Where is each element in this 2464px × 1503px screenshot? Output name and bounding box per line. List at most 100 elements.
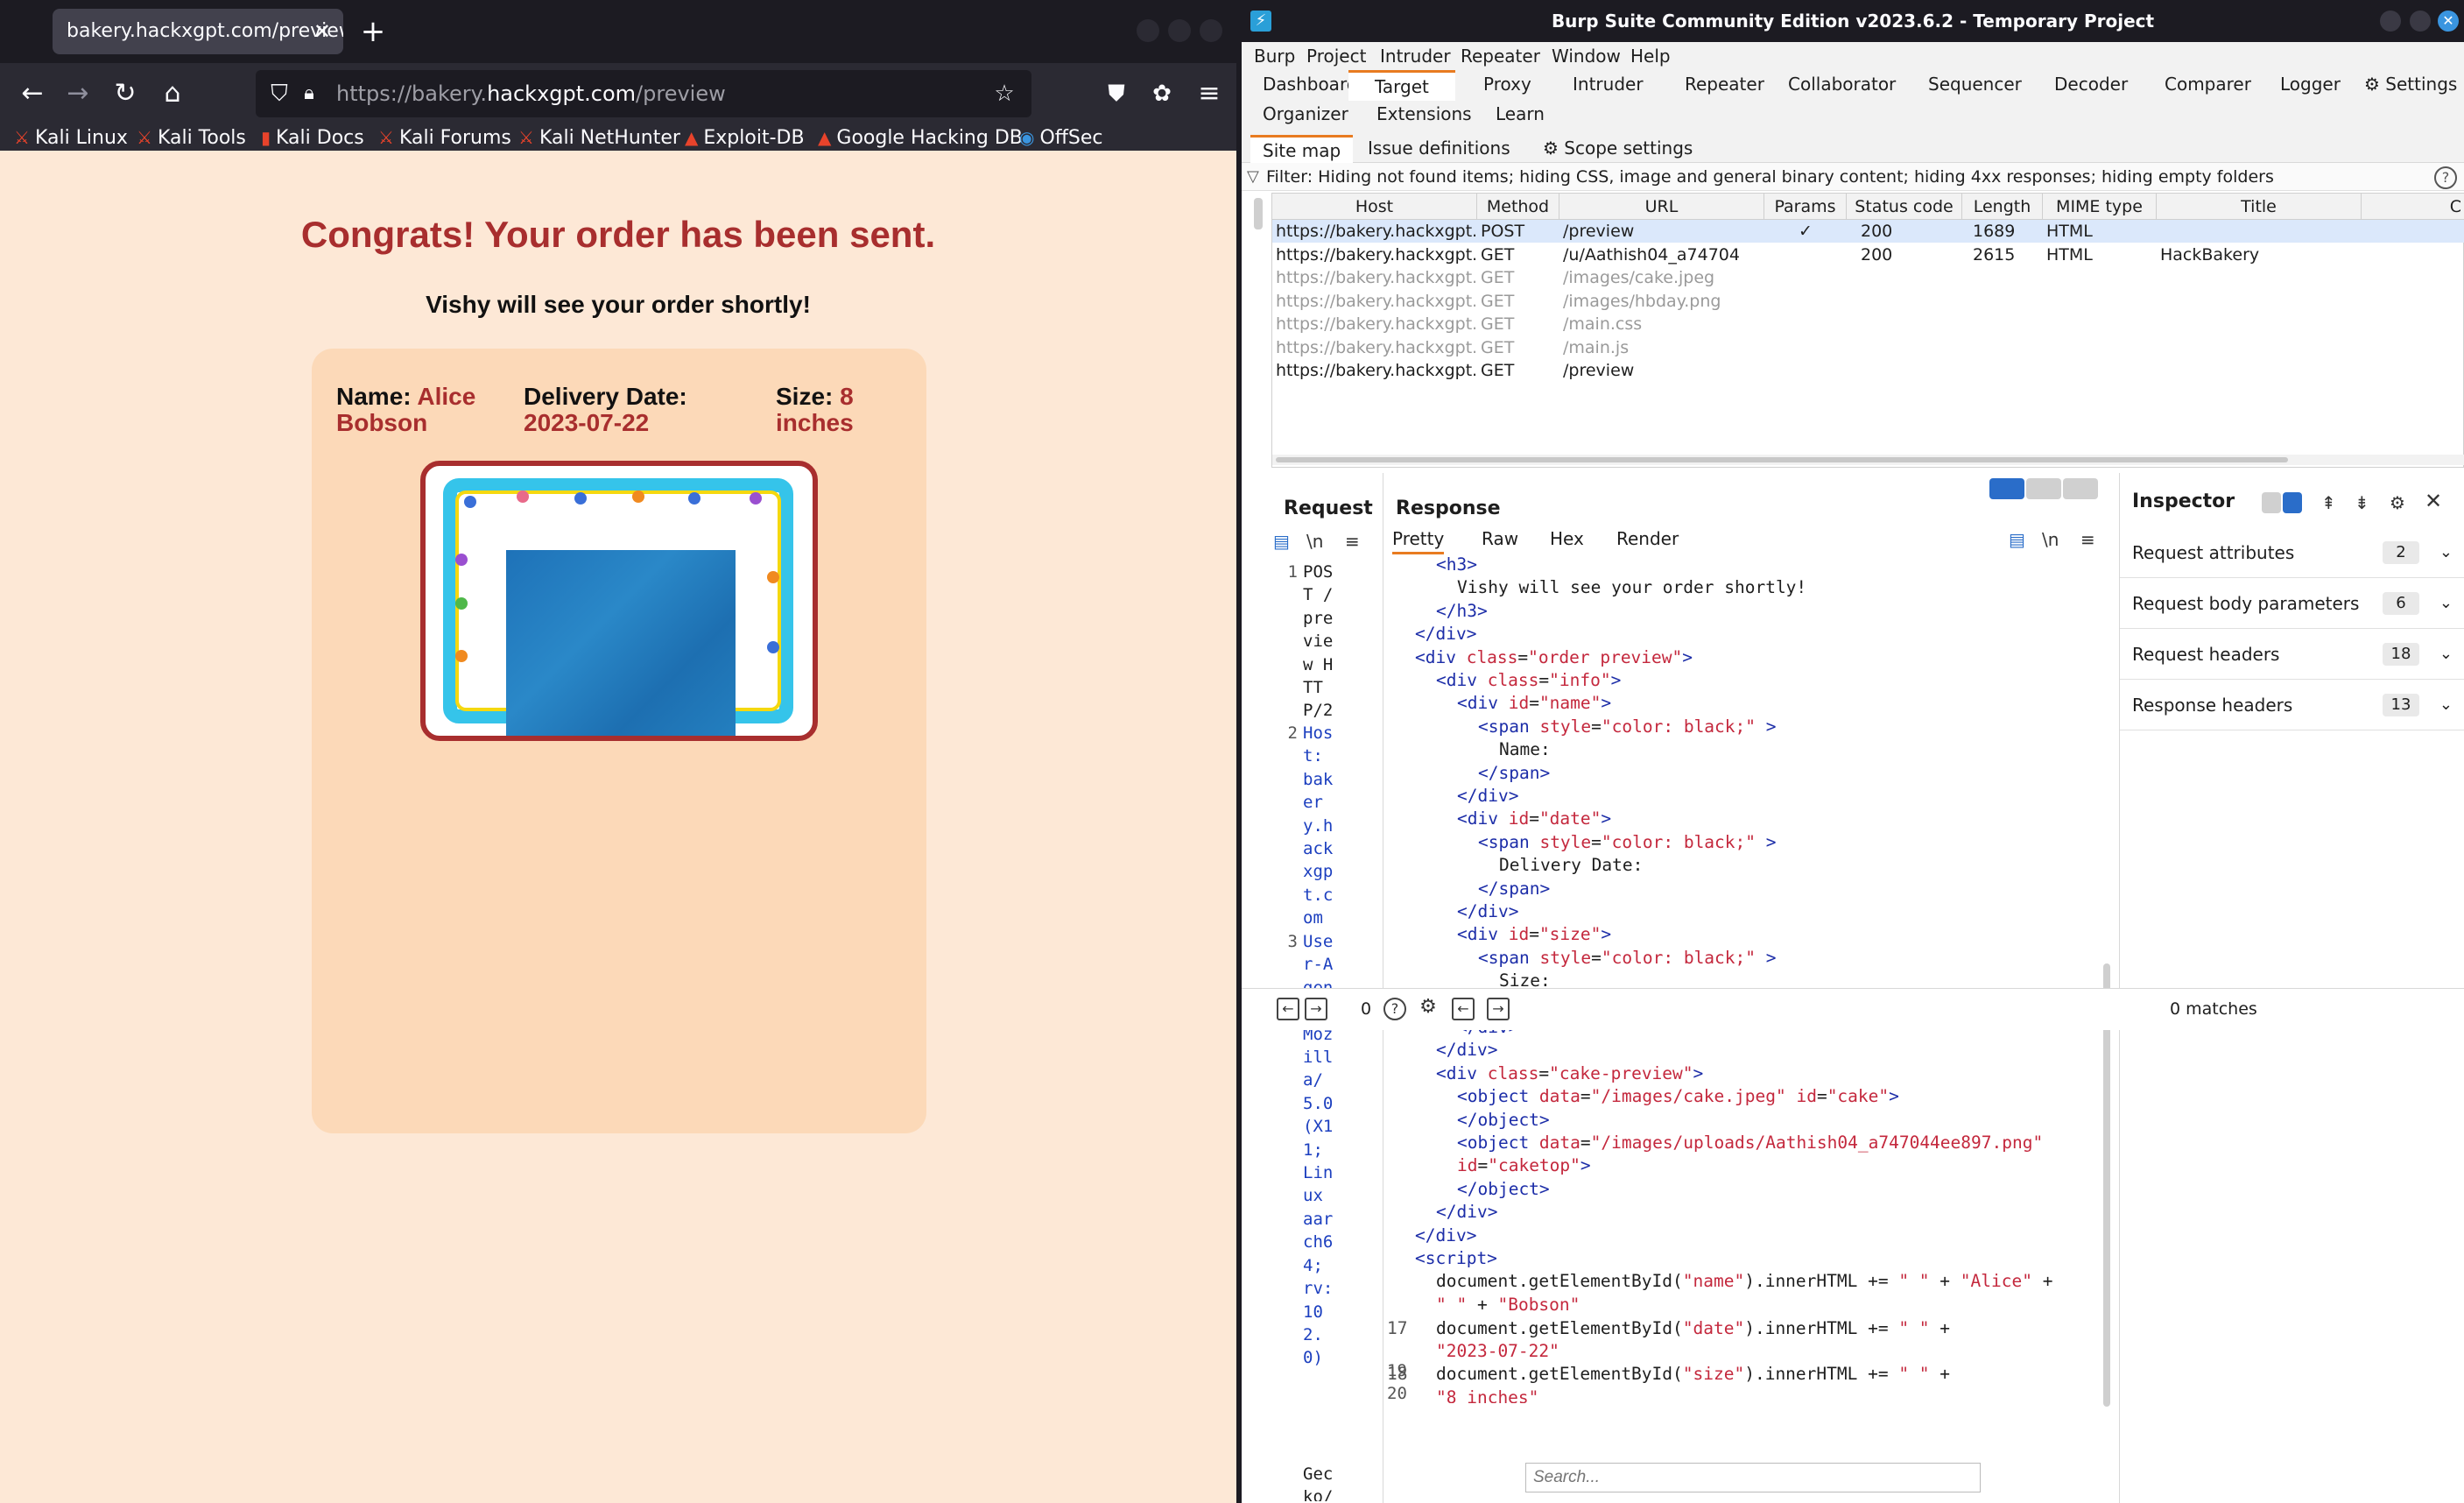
close-icon[interactable]: ✕ (2438, 11, 2459, 32)
chevron-down-icon[interactable]: ⌄ (2439, 527, 2453, 578)
table-row[interactable]: https://bakery.hackxgpt.c... POST/preview… (1272, 220, 2464, 243)
next-match-icon[interactable]: → (1487, 998, 1510, 1020)
help-icon[interactable]: ? (1383, 998, 1406, 1020)
collapse-all-icon[interactable]: ⇞ (2321, 490, 2336, 515)
bookmark-kali-docs[interactable]: ▮ Kali Docs (261, 124, 364, 151)
help-icon[interactable]: ? (2434, 166, 2457, 189)
bookmark-kali-forums[interactable]: ⚔ Kali Forums (378, 124, 511, 151)
tab-logger[interactable]: Logger (2280, 70, 2341, 98)
tab-extensions[interactable]: Extensions (1376, 100, 1472, 128)
pretty-toggle-icon[interactable]: ▤ (1273, 529, 1290, 554)
request-menu-icon[interactable]: ≡ (1345, 529, 1360, 554)
tab-dashboard[interactable]: Dashboard (1263, 70, 1358, 98)
bookmark-kali-linux[interactable]: ⚔ Kali Linux (14, 124, 128, 151)
menu-project[interactable]: Project (1306, 42, 1366, 70)
maximize-button[interactable] (1168, 19, 1191, 42)
table-row[interactable]: https://bakery.hackxgpt.c... GET/main.js (1272, 336, 2464, 359)
menu-burp[interactable]: Burp (1254, 42, 1295, 70)
tab-sequencer[interactable]: Sequencer (1928, 70, 2022, 98)
col-url[interactable]: URL (1559, 194, 1764, 220)
menu-repeater[interactable]: Repeater (1461, 42, 1540, 70)
subtab-site-map[interactable]: Site map (1250, 135, 1354, 164)
table-row[interactable]: https://bakery.hackxgpt.c... GET/main.css (1272, 313, 2464, 335)
close-window-button[interactable] (1200, 19, 1222, 42)
bookmark-star-icon[interactable]: ☆ (986, 75, 1023, 112)
bookmark-kali-nethunter[interactable]: ⚔ Kali NetHunter (518, 124, 680, 151)
bookmark-kali-tools[interactable]: ⚔ Kali Tools (137, 124, 246, 151)
col-host[interactable]: Host (1272, 194, 1477, 220)
tab-comparer[interactable]: Comparer (2165, 70, 2251, 98)
tree-scrollbar[interactable] (1254, 198, 1263, 229)
reload-icon[interactable]: ↻ (107, 75, 144, 112)
tab-collaborator[interactable]: Collaborator (1788, 70, 1896, 98)
table-row[interactable]: https://bakery.hackxgpt.c... GET/u/Aathis… (1272, 243, 2464, 266)
minimize-button[interactable] (1137, 19, 1159, 42)
inspector-layout-icon-active[interactable] (2283, 492, 2302, 513)
maximize-button[interactable] (2410, 11, 2431, 32)
bookmark-offsec[interactable]: ◉ OffSec (1019, 124, 1103, 151)
expand-all-icon[interactable]: ⇟ (2355, 490, 2369, 515)
page-subtitle: Vishy will see your order shortly! (426, 291, 811, 318)
tab-organizer[interactable]: Organizer (1263, 100, 1348, 128)
inspector-layout-icon[interactable] (2262, 492, 2281, 513)
subtab-scope-settings[interactable]: ⚙ Scope settings (1543, 135, 1693, 161)
bookmark-exploit-db[interactable]: ▲ Exploit-DB (685, 124, 805, 151)
bookmark-google-hacking-db[interactable]: ▲ Google Hacking DB (818, 124, 1023, 151)
extensions-icon[interactable]: ✿ (1144, 75, 1180, 112)
table-hscrollbar[interactable] (1272, 455, 2464, 465)
filter-text: Filter: Hiding not found items; hiding C… (1266, 167, 2274, 187)
next-request-icon[interactable]: → (1305, 998, 1327, 1020)
gear-icon[interactable]: ⚙ (1417, 998, 1440, 1020)
prev-request-icon[interactable]: ← (1277, 998, 1299, 1020)
horizontal-view-button[interactable] (2026, 478, 2061, 499)
browser-tab[interactable]: bakery.hackxgpt.com/preview ✕ (53, 9, 343, 54)
subtab-issue-definitions[interactable]: Issue definitions (1368, 135, 1510, 161)
tab-target[interactable]: Target (1348, 70, 1455, 101)
tab-learn[interactable]: Learn (1496, 100, 1545, 128)
tab-intruder[interactable]: Intruder (1573, 70, 1644, 98)
col-status-code[interactable]: Status code ⌃ (1847, 194, 1962, 243)
search-input[interactable] (1525, 1463, 1981, 1492)
col-mime-type[interactable]: MIME type (2043, 194, 2157, 220)
col-params[interactable]: Params (1764, 194, 1847, 220)
tab-settings[interactable]: ⚙ Settings (2364, 70, 2457, 98)
tab-decoder[interactable]: Decoder (2054, 70, 2128, 98)
menu-icon[interactable]: ≡ (1191, 75, 1228, 112)
tab-proxy[interactable]: Proxy (1483, 70, 1531, 98)
inspector-section[interactable]: Request headers 18 ⌄ (2120, 629, 2464, 680)
close-icon[interactable]: ✕ (2425, 489, 2442, 513)
chevron-down-icon[interactable]: ⌄ (2439, 680, 2453, 730)
back-icon[interactable]: ← (14, 75, 51, 112)
lock-icon[interactable]: 🔒︎ (291, 75, 327, 112)
split-view-button[interactable] (1989, 478, 2024, 499)
chevron-down-icon[interactable]: ⌄ (2439, 629, 2453, 680)
inspector-section[interactable]: Response headers 13 ⌄ (2120, 680, 2464, 730)
inspector-section[interactable]: Request body parameters 6 ⌄ (2120, 578, 2464, 629)
new-tab-button[interactable]: + (356, 14, 391, 49)
forward-icon[interactable]: → (60, 75, 96, 112)
menu-intruder[interactable]: Intruder (1380, 42, 1451, 70)
table-row[interactable]: https://bakery.hackxgpt.c... GET/images/h… (1272, 290, 2464, 313)
col-more[interactable]: C (2362, 194, 2464, 220)
minimize-button[interactable] (2380, 11, 2401, 32)
menu-window[interactable]: Window (1552, 42, 1621, 70)
url-bar[interactable]: ⛉ 🔒︎ https://bakery.hackxgpt.com/preview… (256, 70, 1031, 117)
table-row[interactable]: https://bakery.hackxgpt.c... GET/images/c… (1272, 266, 2464, 289)
single-view-button[interactable] (2063, 478, 2098, 499)
inspector-section[interactable]: Request attributes 2 ⌄ (2120, 527, 2464, 578)
chevron-down-icon[interactable]: ⌄ (2439, 578, 2453, 629)
col-title[interactable]: Title (2157, 194, 2362, 220)
pocket-icon[interactable]: ⛊ (1098, 75, 1135, 112)
col-length[interactable]: Length (1962, 194, 2043, 220)
menu-help[interactable]: Help (1630, 42, 1671, 70)
newline-toggle-icon[interactable]: \n (1306, 529, 1323, 554)
close-tab-icon[interactable]: ✕ (313, 9, 331, 54)
home-icon[interactable]: ⌂ (154, 75, 191, 112)
response-editor[interactable]: <h3> Vishy will see your order shortly! … (1383, 527, 2117, 1403)
col-method[interactable]: Method (1477, 194, 1559, 220)
gear-icon[interactable]: ⚙ (2390, 490, 2405, 515)
filter-bar[interactable]: ▽ Filter: Hiding not found items; hiding… (1242, 163, 2464, 191)
prev-match-icon[interactable]: ← (1452, 998, 1475, 1020)
table-row[interactable]: https://bakery.hackxgpt.c... GET/preview (1272, 359, 2464, 382)
tab-repeater[interactable]: Repeater (1685, 70, 1764, 98)
